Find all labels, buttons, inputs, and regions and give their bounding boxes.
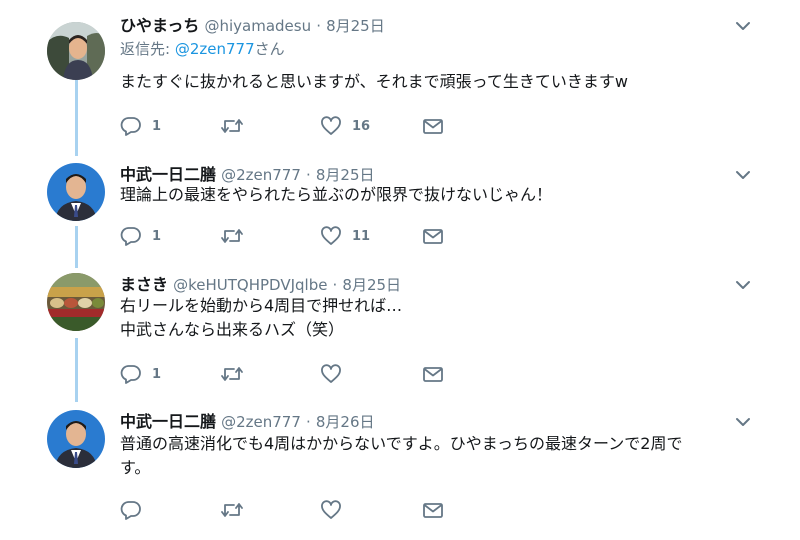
tweet-header: 中武一日二膳 @2zen777 · 8月25日 [120, 161, 375, 185]
user-name[interactable]: まさき [120, 275, 168, 294]
retweet-button[interactable] [220, 224, 244, 248]
retweet-icon [221, 503, 243, 517]
separator: · [316, 17, 321, 35]
envelope-icon [423, 119, 443, 134]
chevron-down-icon[interactable] [733, 16, 753, 36]
user-handle[interactable]: @hiyamadesu [204, 17, 311, 35]
tweet-date[interactable]: 8月26日 [316, 413, 375, 431]
like-button[interactable] [320, 362, 352, 386]
reply-mention-link[interactable]: @2zen777 [175, 40, 255, 58]
like-button[interactable]: 16 [320, 114, 370, 138]
user-handle[interactable]: @keHUTQHPDVJqlbe [173, 276, 327, 294]
chevron-down-icon[interactable] [733, 275, 753, 295]
tweet-text: 普通の高速消化でも4周はかからないですよ。ひやまっちの最速ターンで2周で す。 [120, 432, 750, 480]
tweet-text-line: す。 [120, 458, 151, 477]
retweet-button[interactable] [220, 362, 244, 386]
like-button[interactable] [320, 498, 352, 522]
like-count: 11 [352, 228, 371, 244]
dm-button[interactable] [422, 224, 444, 248]
reply-prefix: 返信先: [120, 40, 175, 58]
avatar[interactable] [47, 163, 105, 221]
like-count: 16 [352, 118, 371, 134]
user-name[interactable]: 中武一日二膳 [120, 165, 216, 184]
reply-suffix: さん [254, 40, 285, 58]
tweet[interactable]: 中武一日二膳 @2zen777 · 8月25日 理論上の最速をやられたら並ぶのが… [0, 155, 800, 265]
reply-icon [120, 117, 141, 136]
reply-icon [120, 501, 141, 520]
separator: · [306, 413, 311, 431]
separator: · [306, 166, 311, 184]
tweet[interactable]: まさき @keHUTQHPDVJqlbe · 8月25日 右リールを始動から4周… [0, 265, 800, 400]
avatar[interactable] [47, 22, 105, 80]
tweet-header: 中武一日二膳 @2zen777 · 8月26日 [120, 408, 375, 432]
tweet-text-line: 右リールを始動から4周目で押せれば… [120, 296, 403, 315]
retweet-icon [221, 119, 243, 133]
dm-button[interactable] [422, 362, 444, 386]
reply-icon [120, 227, 141, 246]
envelope-icon [423, 503, 443, 518]
tweet-date[interactable]: 8月25日 [326, 17, 385, 35]
tweet-text-line: 中武さんなら出来るハズ（笑） [120, 320, 345, 339]
tweet[interactable]: ひやまっち @hiyamadesu · 8月25日 返信先: @2zen777さ… [0, 6, 800, 156]
user-handle[interactable]: @2zen777 [221, 413, 301, 431]
dm-button[interactable] [422, 498, 444, 522]
chevron-down-icon[interactable] [733, 412, 753, 432]
reply-count: 1 [152, 366, 162, 382]
reply-button[interactable]: 1 [120, 114, 161, 138]
like-button[interactable]: 11 [320, 224, 370, 248]
user-handle[interactable]: @2zen777 [221, 166, 301, 184]
tweet-header: まさき @keHUTQHPDVJqlbe · 8月25日 [120, 271, 401, 295]
envelope-icon [423, 229, 443, 244]
tweet-text: またすぐに抜かれると思いますが、それまで頑張って生きていきますw [120, 70, 750, 94]
retweet-icon [221, 367, 243, 381]
user-name[interactable]: ひやまっち [120, 16, 199, 35]
chevron-down-icon[interactable] [733, 165, 753, 185]
heart-icon [321, 116, 341, 135]
reply-count: 1 [152, 118, 162, 134]
avatar[interactable] [47, 410, 105, 468]
reply-count: 1 [152, 228, 162, 244]
tweet-text-line: 普通の高速消化でも4周はかからないですよ。ひやまっちの最速ターンで2周で [120, 434, 683, 453]
tweet-header: ひやまっち @hiyamadesu · 8月25日 [120, 12, 385, 36]
reply-icon [120, 365, 141, 384]
user-name[interactable]: 中武一日二膳 [120, 412, 216, 431]
dm-button[interactable] [422, 114, 444, 138]
reply-button[interactable]: 1 [120, 362, 161, 386]
tweet-text: 理論上の最速をやられたら並ぶのが限界で抜けないじゃん！ [120, 183, 750, 207]
tweet-date[interactable]: 8月25日 [342, 276, 401, 294]
retweet-button[interactable] [220, 114, 244, 138]
heart-icon [321, 226, 341, 245]
tweet-text-line: 理論上の最速をやられたら並ぶのが限界で抜けないじゃん！ [120, 185, 553, 204]
separator: · [332, 276, 338, 294]
reply-to: 返信先: @2zen777さん [120, 38, 285, 59]
reply-button[interactable] [120, 498, 152, 522]
heart-icon [321, 364, 341, 383]
avatar[interactable] [47, 273, 105, 331]
tweet-date[interactable]: 8月25日 [316, 166, 375, 184]
tweet-text-line: またすぐに抜かれると思いますが、それまで頑張って生きていきますw [120, 72, 628, 91]
heart-icon [321, 500, 341, 519]
tweet-text: 右リールを始動から4周目で押せれば… 中武さんなら出来るハズ（笑） [120, 294, 750, 342]
retweet-button[interactable] [220, 498, 244, 522]
envelope-icon [423, 367, 443, 382]
tweet[interactable]: 中武一日二膳 @2zen777 · 8月26日 普通の高速消化でも4周はかからな… [0, 402, 800, 540]
retweet-icon [221, 229, 243, 243]
reply-button[interactable]: 1 [120, 224, 161, 248]
